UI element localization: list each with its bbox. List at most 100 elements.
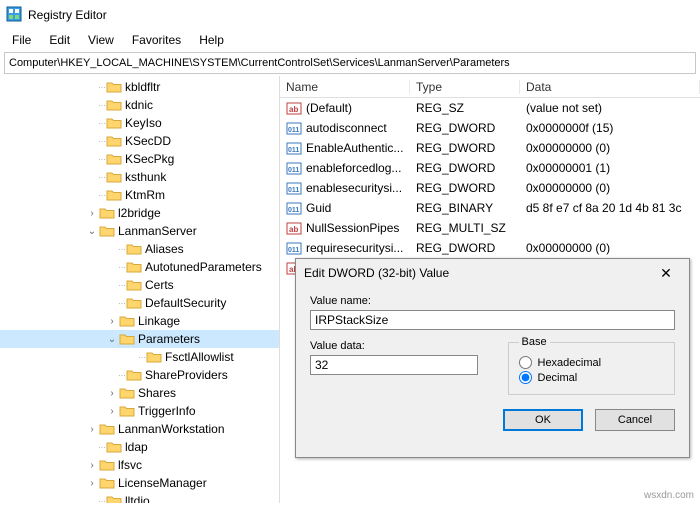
tree-item-certs[interactable]: ⋯ Certs [0, 276, 279, 294]
tree-item-linkage[interactable]: ›Linkage [0, 312, 279, 330]
list-row[interactable]: 011enablesecuritysi...REG_DWORD0x0000000… [280, 178, 700, 198]
tree-toggle-icon[interactable]: › [106, 316, 118, 327]
close-icon[interactable]: ✕ [651, 265, 681, 282]
value-data: 0x00000000 (0) [520, 181, 700, 195]
list-row[interactable]: 011requiresecuritysi...REG_DWORD0x000000… [280, 238, 700, 258]
folder-icon [126, 260, 142, 274]
svg-text:011: 011 [288, 147, 299, 154]
tree-toggle-icon[interactable]: › [86, 424, 98, 435]
tree-dots-icon: ⋯ [118, 281, 125, 290]
folder-icon [106, 116, 122, 130]
tree-item-l2bridge[interactable]: ›l2bridge [0, 204, 279, 222]
tree-toggle-icon[interactable]: › [86, 208, 98, 219]
col-header-name[interactable]: Name [280, 80, 410, 94]
tree-item-kbldfltr[interactable]: ⋯kbldfltr [0, 78, 279, 96]
tree-panel[interactable]: ⋯kbldfltr⋯kdnic⋯KeyIso⋯KSecDD ⋯ KSecPkg ⋯ks… [0, 76, 280, 503]
tree-item-shares[interactable]: ›Shares [0, 384, 279, 402]
value-type: REG_MULTI_SZ [410, 221, 520, 235]
tree-item-ksecpkg[interactable]: ⋯ KSecPkg [0, 150, 279, 168]
tree-toggle-icon[interactable]: › [86, 460, 98, 471]
value-data-input[interactable] [310, 355, 478, 375]
tree-item-keyiso[interactable]: ⋯KeyIso [0, 114, 279, 132]
tree-item-autotunedparameters[interactable]: ⋯AutotunedParameters [0, 258, 279, 276]
tree-item-triggerinfo[interactable]: ›TriggerInfo [0, 402, 279, 420]
list-row[interactable]: ab(Default)REG_SZ(value not set) [280, 98, 700, 118]
menu-view[interactable]: View [80, 31, 122, 49]
list-row[interactable]: 011GuidREG_BINARYd5 8f e7 cf 8a 20 1d 4b… [280, 198, 700, 218]
list-row[interactable]: 011enableforcedlog...REG_DWORD0x00000001… [280, 158, 700, 178]
dialog-titlebar: Edit DWORD (32-bit) Value ✕ [296, 259, 689, 287]
folder-icon [126, 278, 142, 292]
tree-toggle-icon[interactable]: › [106, 388, 118, 399]
value-name: NullSessionPipes [306, 221, 399, 235]
menu-edit[interactable]: Edit [41, 31, 78, 49]
folder-icon [99, 224, 115, 238]
radio-hex[interactable] [519, 356, 532, 369]
radio-hex-row[interactable]: Hexadecimal [519, 356, 665, 369]
list-row[interactable]: abNullSessionPipesREG_MULTI_SZ [280, 218, 700, 238]
tree-item-lfsvc[interactable]: › lfsvc [0, 456, 279, 474]
address-bar[interactable]: Computer\HKEY_LOCAL_MACHINE\SYSTEM\Curre… [4, 52, 696, 74]
tree-item-lanmanserver[interactable]: ⌄LanmanServer [0, 222, 279, 240]
tree-toggle-icon[interactable]: › [106, 406, 118, 417]
tree-item-ksthunk[interactable]: ⋯ksthunk [0, 168, 279, 186]
tree-dots-icon: ⋯ [98, 497, 105, 504]
tree-item-ktmrm[interactable]: ⋯ KtmRm [0, 186, 279, 204]
folder-icon [106, 134, 122, 148]
tree-item-lltdio[interactable]: ⋯lltdio [0, 492, 279, 503]
tree-toggle-icon[interactable]: › [86, 478, 98, 489]
menu-help[interactable]: Help [191, 31, 232, 49]
svg-text:ab: ab [289, 105, 298, 114]
value-name-label: Value name: [310, 295, 675, 307]
tree-item-label: Certs [145, 278, 174, 292]
reg-value-icon: 011 [286, 140, 302, 156]
tree-item-shareproviders[interactable]: ⋯ShareProviders [0, 366, 279, 384]
folder-icon [119, 314, 135, 328]
address-path: Computer\HKEY_LOCAL_MACHINE\SYSTEM\Curre… [9, 57, 510, 69]
tree-item-ldap[interactable]: ⋯ldap [0, 438, 279, 456]
value-data-label: Value data: [310, 340, 478, 352]
tree-item-label: KSecPkg [125, 152, 174, 166]
menu-favorites[interactable]: Favorites [124, 31, 189, 49]
radio-hex-label: Hexadecimal [538, 357, 602, 369]
tree-item-defaultsecurity[interactable]: ⋯DefaultSecurity [0, 294, 279, 312]
value-type: REG_DWORD [410, 181, 520, 195]
col-header-type[interactable]: Type [410, 80, 520, 94]
menu-file[interactable]: File [4, 31, 39, 49]
list-row[interactable]: 011EnableAuthentic...REG_DWORD0x00000000… [280, 138, 700, 158]
titlebar: Registry Editor [0, 0, 700, 30]
tree-dots-icon: ⋯ [98, 191, 105, 200]
value-name-input[interactable] [310, 310, 675, 330]
tree-item-label: lfsvc [118, 458, 142, 472]
watermark: wsxdn.com [644, 490, 694, 501]
tree-dots-icon: ⋯ [98, 155, 105, 164]
tree-toggle-icon[interactable]: ⌄ [106, 334, 118, 345]
tree-toggle-icon[interactable]: ⌄ [86, 226, 98, 237]
tree-item-label: AutotunedParameters [145, 260, 262, 274]
tree-item-aliases[interactable]: ⋯Aliases [0, 240, 279, 258]
col-header-data[interactable]: Data [520, 80, 700, 94]
tree-item-label: KtmRm [125, 188, 165, 202]
folder-icon [106, 170, 122, 184]
tree-item-parameters[interactable]: ⌄Parameters [0, 330, 279, 348]
cancel-button[interactable]: Cancel [595, 409, 675, 431]
tree-item-ksecdd[interactable]: ⋯KSecDD [0, 132, 279, 150]
list-header: Name Type Data [280, 76, 700, 98]
ok-button[interactable]: OK [503, 409, 583, 431]
folder-icon [99, 206, 115, 220]
tree-dots-icon: ⋯ [98, 119, 105, 128]
radio-dec[interactable] [519, 371, 532, 384]
tree-item-fsctlallowlist[interactable]: ⋯FsctlAllowlist [0, 348, 279, 366]
tree-item-licensemanager[interactable]: ›LicenseManager [0, 474, 279, 492]
radio-dec-row[interactable]: Decimal [519, 371, 665, 384]
tree-item-kdnic[interactable]: ⋯kdnic [0, 96, 279, 114]
folder-icon [126, 296, 142, 310]
value-name: enablesecuritysi... [306, 181, 402, 195]
tree-item-lanmanworkstation[interactable]: ›LanmanWorkstation [0, 420, 279, 438]
svg-text:011: 011 [288, 127, 299, 134]
tree-item-label: DefaultSecurity [145, 296, 226, 310]
value-name: requiresecuritysi... [306, 241, 403, 255]
list-row[interactable]: 011autodisconnectREG_DWORD0x0000000f (15… [280, 118, 700, 138]
value-type: REG_SZ [410, 101, 520, 115]
reg-value-icon: 011 [286, 200, 302, 216]
